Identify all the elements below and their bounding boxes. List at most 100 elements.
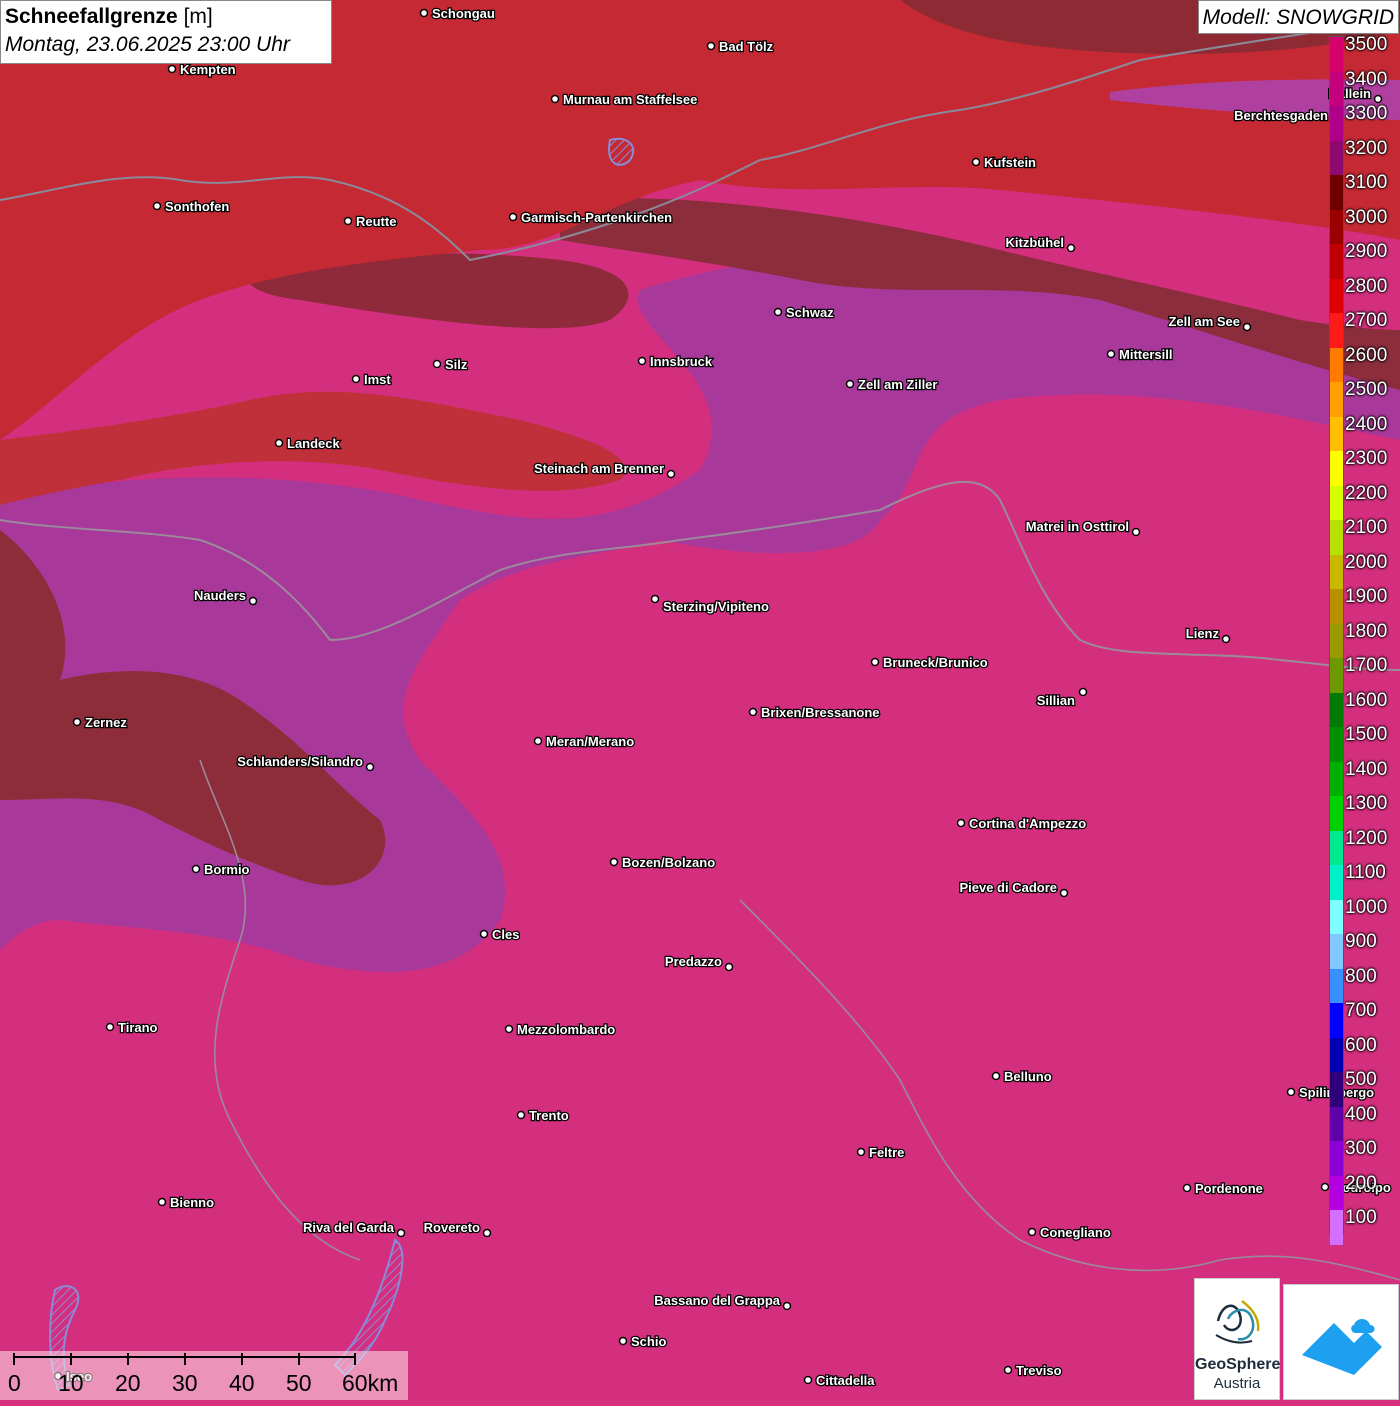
legend-swatch (1330, 175, 1343, 210)
legend-label: 2100 (1345, 517, 1388, 539)
city-marker: Zell am See (1167, 313, 1252, 332)
city-label: Schio (631, 1334, 666, 1349)
city-dot (773, 307, 783, 317)
city-dot (618, 1336, 628, 1346)
scale-bar: 0 10 20 30 40 50 60km (0, 1351, 408, 1400)
city-marker: Bruneck/Brunico (870, 654, 989, 671)
map-datetime: Montag, 23.06.2025 23:00 Uhr (5, 33, 290, 56)
city-label: Zell am Ziller (858, 377, 937, 392)
legend-label: 500 (1345, 1069, 1377, 1091)
city-label: Zell am See (1168, 314, 1240, 329)
city-label: Trento (529, 1108, 569, 1123)
city-dot (550, 94, 560, 104)
legend-label: 300 (1345, 1138, 1377, 1160)
legend-label: 3300 (1345, 103, 1388, 125)
city-dot (1027, 1227, 1037, 1237)
city-dot (1078, 687, 1088, 697)
city-dot (1059, 888, 1069, 898)
city-marker: Innsbruck (637, 353, 714, 370)
city-label: Schlanders/Silandro (237, 754, 363, 769)
city-label: Rovereto (424, 1220, 480, 1235)
legend-label: 1700 (1345, 655, 1388, 677)
legend-label: 2000 (1345, 551, 1388, 573)
city-label: Schongau (432, 6, 495, 21)
scale-label: 30 (172, 1370, 198, 1396)
map-title: Schneefallgrenze [m] (5, 5, 213, 28)
city-dot (274, 438, 284, 448)
legend-label: 1100 (1345, 862, 1386, 884)
city-dot (482, 1228, 492, 1238)
city-label: Riva del Garda (303, 1220, 395, 1235)
city-label: Garmisch-Partenkirchen (521, 210, 672, 225)
city-marker: Schongau (419, 5, 496, 22)
city-marker: Schlanders/Silandro (236, 753, 375, 772)
city-dot (343, 216, 353, 226)
city-dot (956, 818, 966, 828)
city-dot (191, 864, 201, 874)
legend-label: 600 (1345, 1034, 1377, 1056)
legend-swatch (1330, 313, 1343, 348)
city-label: Cittadella (816, 1373, 875, 1388)
city-label: Matrei in Osttirol (1026, 519, 1129, 534)
city-dot (971, 157, 981, 167)
legend-swatch (1330, 865, 1343, 900)
city-dot (508, 212, 518, 222)
legend-label: 2500 (1345, 379, 1388, 401)
city-label: Zernez (85, 715, 127, 730)
city-label: Meran/Merano (546, 734, 634, 749)
legend-swatch (1330, 140, 1343, 175)
city-dot (870, 657, 880, 667)
legend-swatch (1330, 968, 1343, 1003)
legend-label: 3500 (1345, 34, 1388, 56)
legend-label: 2900 (1345, 241, 1388, 263)
city-dot (1003, 1365, 1013, 1375)
city-label: Cles (492, 927, 519, 942)
city-dot (637, 356, 647, 366)
city-marker: Steinach am Brenner (533, 460, 676, 479)
legend-label: 1800 (1345, 620, 1388, 642)
city-dot (1131, 527, 1141, 537)
legend-label: 3200 (1345, 137, 1388, 159)
city-marker: Conegliano (1027, 1224, 1112, 1241)
city-label: Bormio (204, 862, 250, 877)
city-label: Bruneck/Brunico (883, 655, 988, 670)
city-dot (72, 717, 82, 727)
city-marker: Pieve di Cadore (958, 879, 1069, 898)
city-label: Predazzo (665, 954, 722, 969)
city-marker: Matrei in Osttirol (1024, 518, 1141, 537)
city-dot (666, 469, 676, 479)
legend-swatch (1330, 520, 1343, 555)
legend-swatch (1330, 1037, 1343, 1072)
city-label: Bozen/Bolzano (622, 855, 715, 870)
scale-label: 20 (115, 1370, 141, 1396)
city-dot (1106, 349, 1116, 359)
city-dot (748, 707, 758, 717)
city-dot (991, 1071, 1001, 1081)
city-dot (419, 8, 429, 18)
scale-label: 10 (58, 1370, 84, 1396)
legend-label: 1200 (1345, 827, 1388, 849)
city-dot (1242, 322, 1252, 332)
legend-swatch (1330, 1072, 1343, 1107)
legend-swatch (1330, 1141, 1343, 1176)
city-label: Sonthofen (165, 199, 229, 214)
city-label: Treviso (1016, 1363, 1062, 1378)
city-marker: Sterzing/Vipiteno (650, 594, 770, 615)
legend-label: 2200 (1345, 482, 1388, 504)
legend-label: 1400 (1345, 758, 1388, 780)
city-dot (1286, 1087, 1296, 1097)
geosphere-emblem-icon (1215, 1300, 1260, 1344)
city-label: Sillian (1037, 693, 1075, 708)
city-dot (782, 1301, 792, 1311)
legend-swatch (1330, 1106, 1343, 1141)
city-marker: Riva del Garda (302, 1219, 406, 1238)
mountain-cloud-icon (1302, 1319, 1382, 1375)
scale-label: 50 (286, 1370, 312, 1396)
legend-swatch (1330, 416, 1343, 451)
city-marker: Cortina d'Ampezzo (956, 815, 1088, 832)
legend-label: 2700 (1345, 310, 1388, 332)
legend-swatch (1330, 554, 1343, 589)
city-label: Mezzolombardo (517, 1022, 615, 1037)
legend-label: 3100 (1345, 172, 1388, 194)
legend-swatch (1330, 71, 1343, 106)
